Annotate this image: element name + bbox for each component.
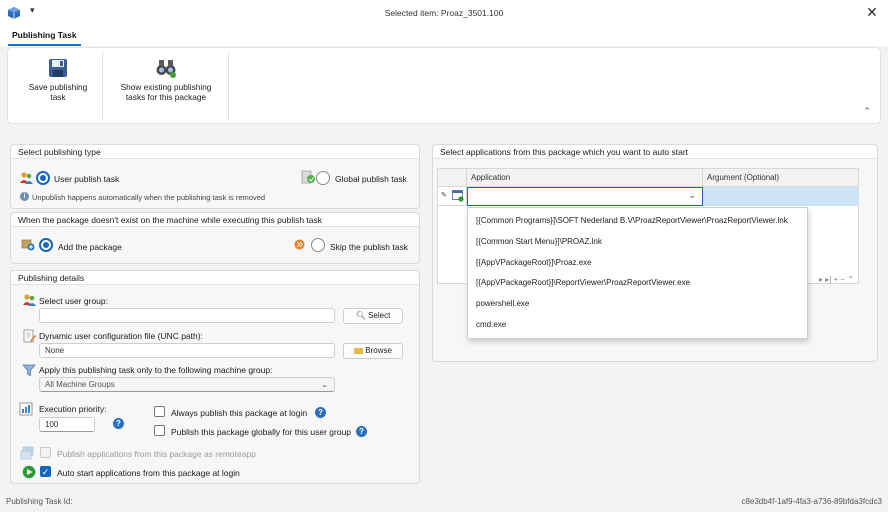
add-package-icon	[21, 239, 35, 251]
global-publish-label: Publish this package globally for this u…	[171, 427, 352, 437]
machine-group-select[interactable]: All Machine Groups ⌄	[39, 377, 335, 392]
priority-label: Execution priority:	[39, 404, 107, 414]
user-group-icon	[23, 294, 36, 306]
autostart-label: Auto start applications from this packag…	[57, 468, 240, 478]
skip-publish-task-radio[interactable]	[311, 238, 325, 252]
add-package-label: Add the package	[58, 242, 122, 252]
row-indicator: ✎	[438, 187, 467, 206]
dropdown-option[interactable]: [{AppVPackageRoot}]\ReportViewer\ProazRe…	[476, 278, 690, 287]
global-publish-task-radio[interactable]	[316, 171, 330, 185]
global-publish-help-icon[interactable]: ?	[356, 426, 367, 437]
user-group-input[interactable]	[39, 308, 335, 323]
user-publish-task-label: User publish task	[54, 174, 120, 184]
filter-icon	[22, 364, 36, 377]
tab-bar: Publishing Task	[0, 26, 888, 46]
remoteapp-checkbox[interactable]	[40, 447, 51, 458]
remoteapp-label: Publish applications from this package a…	[57, 449, 256, 459]
browse-button[interactable]: Browse	[343, 343, 403, 359]
missing-package-group: When the package doesn't exist on the ma…	[10, 212, 420, 264]
browse-button-label: Browse	[365, 346, 392, 355]
always-publish-label: Always publish this package at login	[171, 408, 308, 418]
publishing-type-group: Select publishing type User publish task…	[10, 144, 420, 209]
application-row-icon	[452, 190, 464, 202]
binoculars-icon	[156, 60, 176, 78]
save-publishing-task-label: Save publishing task	[28, 82, 88, 102]
save-icon	[49, 59, 67, 77]
ribbon: Save publishing task Show existing publi…	[7, 47, 881, 124]
status-bar: Publishing Task Id: c8e3db4f-1af9-4fa3-a…	[0, 493, 888, 512]
argument-cell[interactable]	[703, 187, 859, 206]
config-file-label: Dynamic user configuration file (UNC pat…	[39, 331, 203, 341]
chevron-down-icon: ⌄	[321, 380, 328, 389]
machine-group-label: Apply this publishing task only to the f…	[39, 365, 273, 375]
title-bar: ▾ Selected item: Proaz_3501.100 ✕	[0, 0, 888, 26]
play-icon	[22, 465, 36, 479]
skip-icon	[294, 239, 305, 250]
users-icon	[20, 172, 33, 184]
user-publish-task-radio[interactable]	[36, 171, 50, 185]
task-id-label: Publishing Task Id:	[6, 497, 73, 506]
publishing-details-group: Publishing details Select user group: 🔍︎…	[10, 270, 420, 484]
close-button[interactable]: ✕	[864, 4, 880, 20]
select-user-group-button[interactable]: 🔍︎ Select	[343, 308, 403, 324]
skip-publish-task-label: Skip the publish task	[330, 242, 408, 252]
config-file-icon	[23, 329, 36, 343]
save-publishing-task-button[interactable]: Save publishing task	[14, 48, 102, 123]
show-existing-tasks-label: Show existing publishing tasks for this …	[120, 82, 212, 102]
machine-group-value: All Machine Groups	[45, 380, 115, 389]
config-file-input[interactable]: None	[39, 343, 335, 358]
dropdown-option[interactable]: powershell.exe	[476, 299, 529, 308]
add-package-radio[interactable]	[39, 238, 53, 252]
collapse-ribbon-icon[interactable]: ⌃	[863, 106, 871, 117]
ribbon-separator	[102, 52, 103, 120]
application-cell-editor[interactable]: ⌄	[467, 187, 703, 206]
publishing-details-header: Publishing details	[11, 271, 419, 285]
info-icon: i	[20, 192, 29, 201]
chevron-down-icon[interactable]: ⌄	[688, 190, 696, 201]
applications-header: Select applications from this package wh…	[433, 145, 877, 159]
dropdown-option[interactable]: [{AppVPackageRoot}]\Proaz.exe	[476, 258, 592, 267]
unpublish-note: Unpublish happens automatically when the…	[32, 193, 266, 202]
window-title: Selected item: Proaz_3501.100	[384, 8, 504, 18]
always-publish-checkbox[interactable]	[154, 406, 165, 417]
publishing-type-header: Select publishing type	[11, 145, 419, 159]
application-dropdown-list: [{Common Programs}]\SOFT Nederland B.V\P…	[467, 207, 808, 339]
select-button-label: Select	[368, 311, 391, 320]
application-column-header[interactable]: Application	[467, 169, 703, 187]
always-publish-help-icon[interactable]: ?	[315, 407, 326, 418]
priority-icon	[19, 402, 33, 416]
missing-package-header: When the package doesn't exist on the ma…	[11, 213, 419, 227]
ribbon-separator	[228, 52, 229, 120]
folder-icon	[354, 348, 364, 354]
task-id-value: c8e3db4f-1af9-4fa3-a736-89bfda3fcdc3	[741, 497, 882, 506]
dropdown-option[interactable]: [{Common Start Menu}]\PROAZ.lnk	[476, 237, 602, 246]
tab-publishing-task[interactable]: Publishing Task	[8, 29, 81, 46]
dropdown-option[interactable]: [{Common Programs}]\SOFT Nederland B.V\P…	[476, 216, 788, 225]
dropdown-option[interactable]: cmd.exe	[476, 320, 506, 329]
grid-navigator[interactable]: ▸ ▸| + − ⌃	[819, 275, 854, 284]
show-existing-tasks-button[interactable]: Show existing publishing tasks for this …	[104, 48, 228, 123]
global-publish-checkbox[interactable]	[154, 425, 165, 436]
remoteapp-icon	[20, 446, 34, 460]
global-publish-icon	[301, 170, 315, 184]
user-group-label: Select user group:	[39, 296, 108, 306]
autostart-checkbox[interactable]: ✓	[40, 466, 51, 477]
priority-input[interactable]: 100	[39, 417, 95, 432]
argument-column-header[interactable]: Argument (Optional)	[703, 169, 859, 187]
priority-help-icon[interactable]: ?	[113, 418, 124, 429]
grid-corner	[438, 169, 467, 187]
global-publish-task-label: Global publish task	[335, 174, 407, 184]
edit-pencil-icon: ✎	[441, 192, 447, 199]
search-icon: 🔍︎	[355, 311, 366, 320]
